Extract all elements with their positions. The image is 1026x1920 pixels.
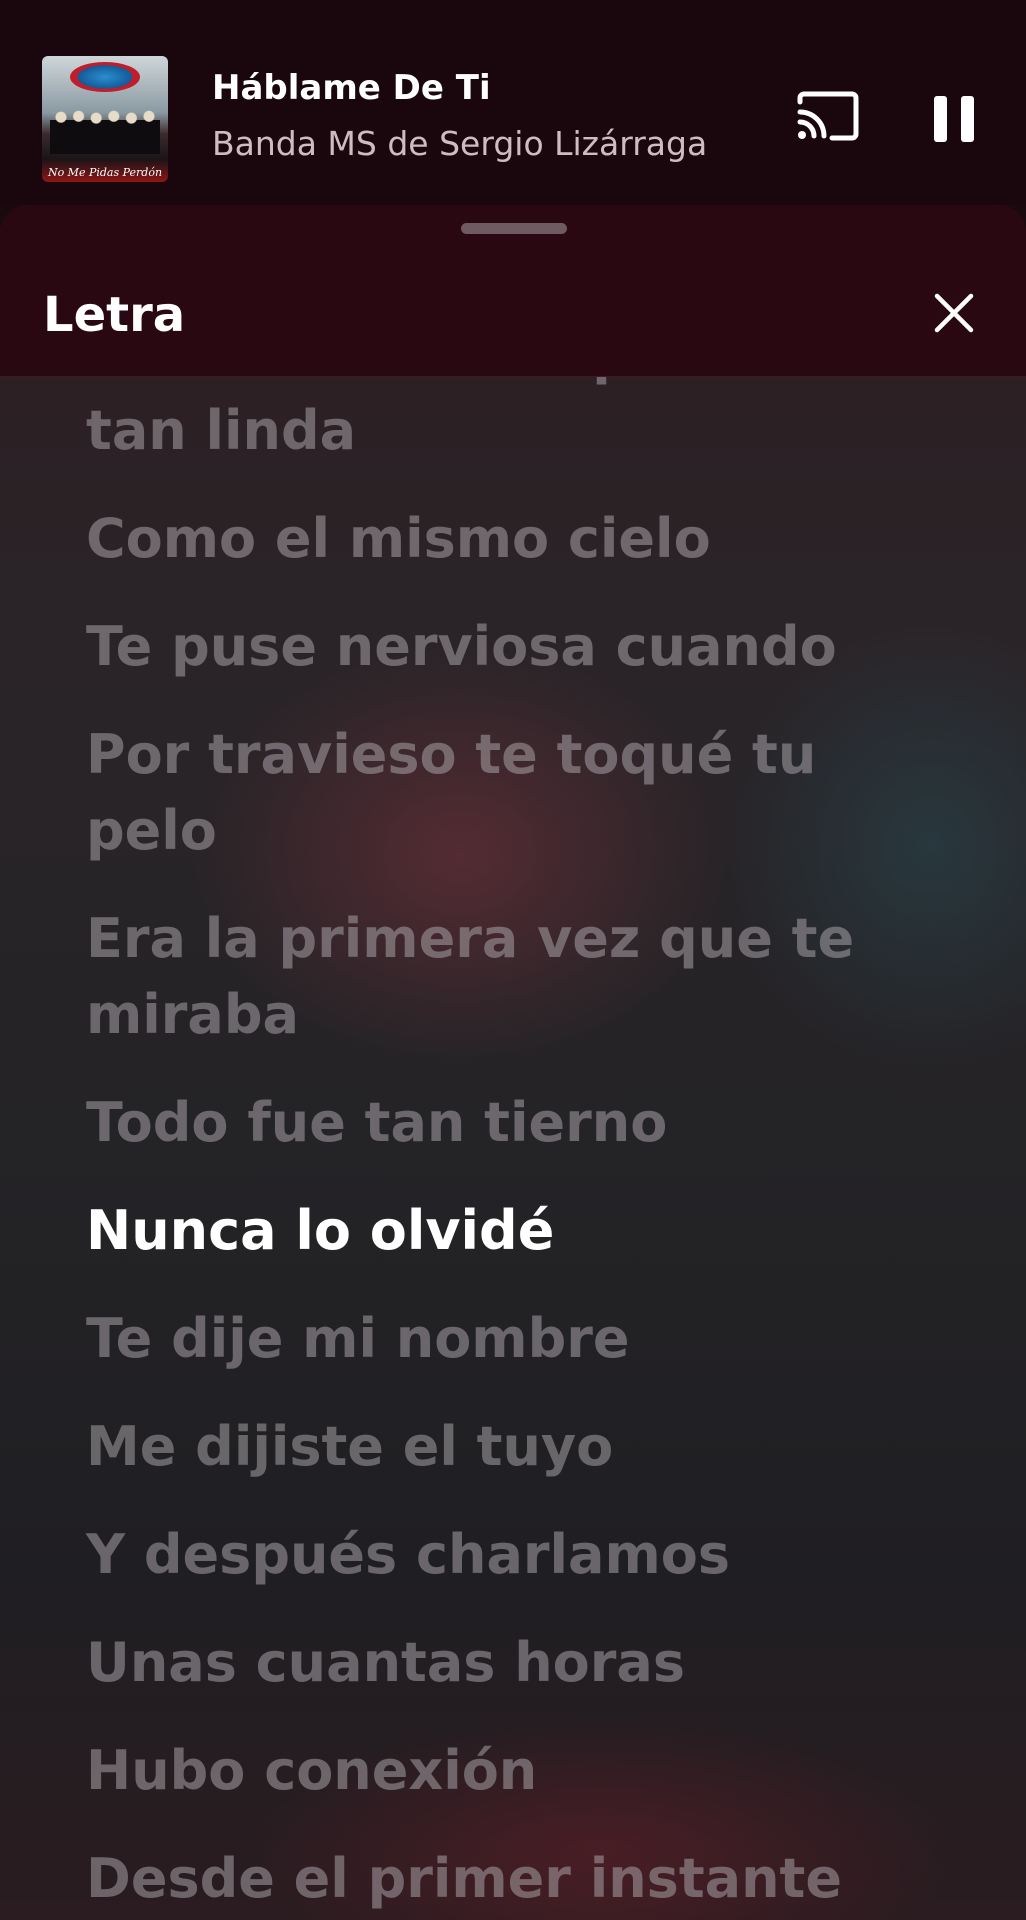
pause-icon: [934, 96, 974, 142]
lyrics-list[interactable]: Con una sonrisa por cierto tan lindaComo…: [86, 317, 946, 1920]
lyrics-sheet: Letra Con una sonrisa por cierto tan lin…: [0, 205, 1026, 1920]
cast-button[interactable]: [796, 90, 860, 144]
close-button[interactable]: [934, 293, 974, 333]
drag-handle[interactable]: [461, 223, 567, 234]
close-icon: [934, 293, 974, 333]
lyric-line[interactable]: Todo fue tan tierno: [86, 1085, 946, 1161]
pause-button[interactable]: [932, 94, 976, 144]
lyric-line[interactable]: Te puse nerviosa cuando: [86, 609, 946, 685]
now-playing-bar[interactable]: No Me Pidas Perdón Háblame De Ti Banda M…: [0, 0, 1026, 205]
lyric-line[interactable]: Unas cuantas horas: [86, 1625, 946, 1701]
lyric-line[interactable]: Me dijiste el tuyo: [86, 1409, 946, 1485]
cast-icon: [797, 91, 859, 141]
album-photo: [50, 108, 160, 154]
track-title: Háblame De Ti: [212, 68, 491, 108]
lyric-line[interactable]: Hubo conexión: [86, 1733, 946, 1809]
album-art: No Me Pidas Perdón: [42, 56, 168, 182]
lyric-line[interactable]: Y después charlamos: [86, 1517, 946, 1593]
lyric-line[interactable]: Como el mismo cielo: [86, 501, 946, 577]
lyric-line[interactable]: Era la primera vez que te miraba: [86, 901, 946, 1053]
band-logo: [70, 62, 140, 92]
lyric-line[interactable]: Por travieso te toqué tu pelo: [86, 717, 946, 869]
lyric-line[interactable]: Te dije mi nombre: [86, 1301, 946, 1377]
track-artist: Banda MS de Sergio Lizárraga: [212, 124, 708, 163]
album-caption: No Me Pidas Perdón: [47, 166, 163, 179]
lyric-line-active[interactable]: Nunca lo olvidé: [86, 1193, 946, 1269]
lyric-line[interactable]: Desde el primer instante: [86, 1841, 946, 1917]
sheet-title: Letra: [43, 287, 186, 343]
sheet-header: Letra: [0, 205, 1026, 377]
